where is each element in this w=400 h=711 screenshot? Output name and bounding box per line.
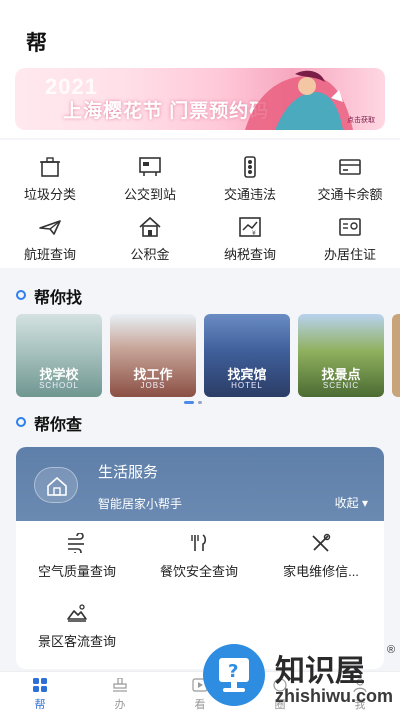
banner-illustration (245, 70, 353, 130)
card-subtitle: SCENIC (322, 381, 360, 390)
find-cards-carousel[interactable]: 找学校 SCHOOL 找工作 JOBS 找宾馆 HOTEL 找景点 SCENIC (16, 314, 400, 398)
banner-cta: 点击获取 (347, 117, 375, 124)
house-fund-icon (139, 216, 161, 237)
banner-area: 2021 上海樱花节 门票预约码 点击获取 (0, 58, 400, 189)
card-subtitle: HOTEL (231, 381, 263, 390)
section-title-check: 帮你查 (16, 411, 82, 435)
service-scenic-crowd[interactable]: 景区客流查询 (16, 595, 138, 655)
service-dining-safety[interactable]: 餐饮安全查询 (138, 525, 260, 585)
collapse-toggle[interactable]: 收起 ▾ (335, 494, 368, 511)
service-label: 家电维修信... (283, 564, 359, 579)
service-label: 空气质量查询 (37, 564, 116, 579)
tab-label: 帮 (34, 699, 46, 711)
service-label: 航班查询 (23, 247, 76, 262)
stamp-icon (113, 678, 127, 692)
traffic-light-icon (244, 156, 256, 178)
app-header: 帮 (0, 0, 400, 62)
scenic-crowd-icon (67, 604, 87, 622)
dining-icon (191, 534, 207, 551)
cards-pager (184, 401, 202, 404)
panel-title: 生活服务 (98, 464, 159, 481)
trash-bin-icon (40, 157, 60, 177)
watermark-title: 知识屋 (275, 654, 365, 689)
watermark-url: zhishiwu.com (275, 686, 394, 706)
card-find-jobs[interactable]: 找工作 JOBS (110, 314, 196, 397)
service-bus-arrival[interactable]: 公交到站 (100, 140, 200, 202)
card-subtitle: SCHOOL (39, 381, 79, 390)
tab-help[interactable]: 帮 (0, 676, 80, 711)
id-card-icon (339, 218, 361, 236)
quick-services-grid: 垃圾分类 公交到站 交通违法 交通卡余额 航班查询 公积金 ¥ 纳税查询 办居住… (0, 140, 400, 268)
svg-text:¥: ¥ (252, 230, 256, 237)
grid-icon (33, 678, 47, 692)
service-label: 公积金 (130, 247, 170, 262)
tab-label: 办 (114, 699, 126, 711)
bus-screen-icon (139, 157, 161, 176)
tab-handle[interactable]: 办 (80, 676, 160, 711)
service-label: 纳税查询 (223, 247, 276, 262)
service-label: 景区客流查询 (37, 634, 116, 649)
service-label: 办居住证 (323, 247, 376, 262)
watermark-logo: ? (203, 644, 265, 706)
service-traffic-violation[interactable]: 交通违法 (200, 140, 300, 202)
service-air-quality[interactable]: 空气质量查询 (16, 525, 138, 585)
service-transit-card[interactable]: 交通卡余额 (300, 140, 400, 202)
card-subtitle: JOBS (140, 381, 166, 390)
panel-subtitle: 智能居家小帮手 (98, 497, 183, 511)
service-flight-query[interactable]: 航班查询 (0, 200, 100, 262)
section-title-find: 帮你找 (16, 284, 82, 308)
pager-dot (198, 401, 202, 404)
service-housing-fund[interactable]: 公积金 (100, 200, 200, 262)
card-partial[interactable] (392, 314, 400, 397)
plane-icon (39, 220, 61, 235)
watermark: ? 知识屋 ® zhishiwu.com (203, 644, 400, 711)
service-tax-query[interactable]: ¥ 纳税查询 (200, 200, 300, 262)
pager-dot (184, 401, 194, 404)
page-title: 帮 (26, 32, 47, 55)
life-services-panel: 生活服务 智能居家小帮手 收起 ▾ 空气质量查询 餐饮安全查询 家电维修信...… (16, 447, 384, 669)
promo-banner[interactable]: 2021 上海樱花节 门票预约码 点击获取 (15, 68, 385, 130)
repair-tools-icon (312, 533, 331, 552)
svg-text:?: ? (228, 661, 238, 682)
watermark-registered: ® (387, 644, 396, 656)
service-appliance-repair[interactable]: 家电维修信... (260, 525, 382, 585)
transit-card-icon (339, 159, 361, 175)
service-trash-sorting[interactable]: 垃圾分类 (0, 140, 100, 202)
service-label: 餐饮安全查询 (159, 564, 238, 579)
service-residence-permit[interactable]: 办居住证 (300, 200, 400, 262)
tax-chart-icon: ¥ (239, 217, 261, 237)
home-icon (34, 467, 78, 503)
card-find-scenic[interactable]: 找景点 SCENIC (298, 314, 384, 397)
card-find-school[interactable]: 找学校 SCHOOL (16, 314, 102, 397)
card-find-hotel[interactable]: 找宾馆 HOTEL (204, 314, 290, 397)
panel-header: 生活服务 智能居家小帮手 收起 ▾ (16, 447, 384, 521)
air-quality-icon (68, 533, 84, 553)
